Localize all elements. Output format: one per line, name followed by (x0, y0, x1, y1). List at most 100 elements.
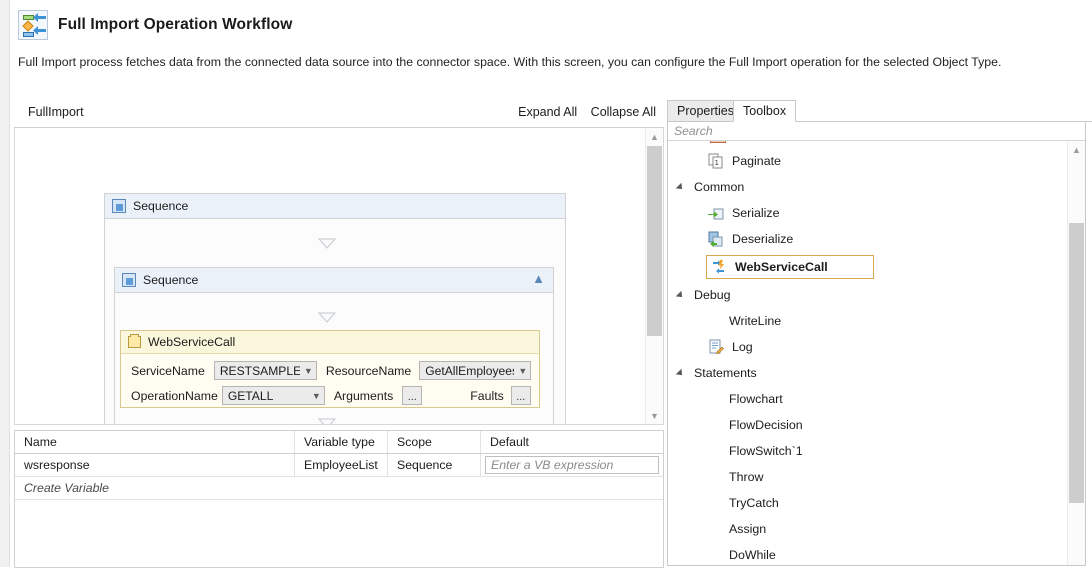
variables-header-row: Name Variable type Scope Default (15, 431, 663, 454)
sequence-inner-label: Sequence (143, 273, 199, 287)
toolbox-vertical-scrollbar[interactable]: ▲︎ (1067, 141, 1085, 565)
activity-sequence-outer[interactable]: Sequence Sequence ▲︎ WebServiceCall Serv… (104, 193, 566, 424)
toolbox-item-dowhile[interactable]: DoWhile (668, 542, 1068, 565)
canvas-vertical-scrollbar[interactable]: ▲︎ ▼︎ (645, 128, 663, 424)
operationname-combo[interactable]: GETALL ▼︎ (221, 386, 325, 405)
toolbox-item-flowdecision[interactable]: FlowDecision (668, 412, 1068, 438)
designer-actions: Expand All Collapse All (508, 105, 656, 119)
toolbox-group-statements[interactable]: Statements (668, 360, 1068, 386)
chevron-down-icon: ▼︎ (303, 365, 313, 376)
toolbox-group-debug[interactable]: Debug (668, 282, 1068, 308)
servicename-combo[interactable]: RESTSAMPLE ▼︎ (213, 361, 317, 380)
page-title: Full Import Operation Workflow (58, 16, 293, 33)
servicename-label: ServiceName (131, 363, 205, 378)
arguments-editor-button[interactable]: ... (402, 386, 423, 405)
tab-toolbox[interactable]: Toolbox (733, 100, 797, 122)
resourcename-label: ResourceName (325, 363, 412, 378)
variable-type-cell[interactable]: EmployeeList (295, 454, 388, 476)
toolbox-item-paginate[interactable]: 1 Paginate (668, 148, 1068, 174)
activity-webservicecall[interactable]: WebServiceCall ServiceName RESTSAMPLE ▼︎ (120, 330, 540, 408)
resourcename-combo[interactable]: GetAllEmployees ▼︎ (419, 361, 532, 380)
create-variable-row[interactable]: Create Variable (15, 477, 663, 500)
toolbox-item-log[interactable]: Log (668, 334, 1068, 360)
variable-default-cell: Enter a VB expression (481, 454, 663, 476)
toolbox-item-assign[interactable]: Assign (668, 516, 1068, 542)
toolbox-item-label: Throw (729, 470, 764, 484)
toolbox-group-common[interactable]: Common (668, 174, 1068, 200)
faults-label: Faults (470, 388, 504, 403)
variable-default-input[interactable]: Enter a VB expression (485, 456, 659, 474)
variable-name-cell[interactable]: wsresponse (15, 454, 295, 476)
toolbox-item-webservicecall-wrapper: WebServiceCall (668, 252, 1068, 282)
toolbox-scrollbar-thumb[interactable] (1069, 223, 1084, 503)
scroll-up-icon[interactable]: ▲︎ (1068, 141, 1085, 158)
full-import-workflow-screen: Full Import Operation Workflow Full Impo… (0, 0, 1092, 568)
workflow-import-icon (18, 10, 48, 40)
drop-arrow-outer[interactable] (318, 238, 336, 249)
toolbox-list: 1 Paginate Common Serialize Deserialize … (668, 141, 1085, 565)
variable-scope-cell[interactable]: Sequence (388, 454, 481, 476)
search-placeholder: Search (674, 124, 713, 138)
designer-toolbar: FullImport Expand All Collapse All (14, 100, 664, 128)
arguments-label: Arguments (333, 388, 394, 403)
column-header-default[interactable]: Default (481, 431, 663, 453)
triangle-expanded-icon[interactable] (678, 369, 686, 377)
scroll-down-icon[interactable]: ▼︎ (646, 407, 663, 424)
canvas-scrollbar-thumb[interactable] (647, 146, 662, 336)
toolbox-item-label: Deserialize (732, 232, 794, 246)
webservicecall-icon (711, 259, 727, 275)
triangle-expanded-icon[interactable] (678, 183, 686, 191)
toolbox-group-label: Common (694, 180, 745, 194)
designer-canvas-wrapper: Sequence Sequence ▲︎ WebServiceCall Serv… (14, 128, 664, 425)
deserialize-icon (708, 231, 724, 247)
chevron-down-icon: ▼︎ (311, 390, 321, 401)
toolbox-item-label: Log (732, 340, 753, 354)
toolbox-item-label: WriteLine (729, 314, 782, 328)
search-input[interactable]: Search (668, 122, 1085, 141)
toolbox-item-writeline[interactable]: WriteLine (668, 308, 1068, 334)
designer-canvas[interactable]: Sequence Sequence ▲︎ WebServiceCall Serv… (15, 128, 646, 424)
triangle-expanded-icon[interactable] (678, 291, 686, 299)
toolbox-item-label: TryCatch (729, 496, 779, 510)
toolbox-item-deserialize[interactable]: Deserialize (668, 226, 1068, 252)
workflow-designer-pane: FullImport Expand All Collapse All Seque… (14, 100, 664, 568)
scroll-up-icon[interactable]: ▲︎ (646, 128, 663, 145)
left-gutter-strip (0, 0, 10, 567)
page-description: Full Import process fetches data from th… (18, 55, 1002, 69)
page-header: Full Import Operation Workflow (18, 10, 292, 40)
webservicecall-icon (128, 334, 141, 348)
drop-arrow-inner[interactable] (318, 312, 336, 323)
toolbox-item-label: Serialize (732, 206, 780, 220)
table-row[interactable]: wsresponse EmployeeList Sequence Enter a… (15, 454, 663, 477)
expand-all-link[interactable]: Expand All (518, 105, 577, 119)
clipped-toolbox-item[interactable] (668, 141, 1068, 148)
column-header-scope[interactable]: Scope (388, 431, 481, 453)
toolbox-item-serialize[interactable]: Serialize (668, 200, 1068, 226)
drop-arrow-after-wsc[interactable] (318, 418, 336, 424)
operationname-label: OperationName (131, 388, 218, 403)
chevron-up-icon[interactable]: ▲︎ (532, 272, 545, 285)
paginate-icon: 1 (708, 153, 724, 169)
column-header-variable-type[interactable]: Variable type (295, 431, 388, 453)
toolbox-item-trycatch[interactable]: TryCatch (668, 490, 1068, 516)
toolbox-item-flowswitch[interactable]: FlowSwitch`1 (668, 438, 1068, 464)
collapse-all-link[interactable]: Collapse All (591, 105, 656, 119)
toolbox-item-throw[interactable]: Throw (668, 464, 1068, 490)
toolbox-scroll-area[interactable]: 1 Paginate Common Serialize Deserialize … (668, 141, 1068, 565)
toolbox-item-label: FlowSwitch`1 (729, 444, 803, 458)
sequence-outer-header[interactable]: Sequence (105, 194, 565, 219)
toolbox-item-flowchart[interactable]: Flowchart (668, 386, 1068, 412)
sequence-icon (112, 199, 126, 213)
toolbox-pane: Properties Toolbox Search 1 Paginate Com… (667, 100, 1092, 567)
activity-sequence-inner[interactable]: Sequence ▲︎ WebServiceCall ServiceName R… (114, 267, 554, 424)
log-icon (708, 339, 724, 355)
chevron-down-icon: ▼︎ (518, 365, 528, 376)
sequence-inner-header[interactable]: Sequence ▲︎ (115, 268, 553, 293)
faults-editor-button[interactable]: ... (510, 386, 531, 405)
webservicecall-row-2: OperationName GETALL ▼︎ Arguments ... Fa… (131, 386, 531, 405)
webservicecall-body: ServiceName RESTSAMPLE ▼︎ ResourceName G… (121, 354, 539, 413)
toolbox-item-webservicecall[interactable]: WebServiceCall (706, 255, 874, 279)
variable-default-placeholder: Enter a VB expression (491, 458, 614, 472)
breadcrumb[interactable]: FullImport (28, 105, 84, 119)
column-header-name[interactable]: Name (15, 431, 295, 453)
